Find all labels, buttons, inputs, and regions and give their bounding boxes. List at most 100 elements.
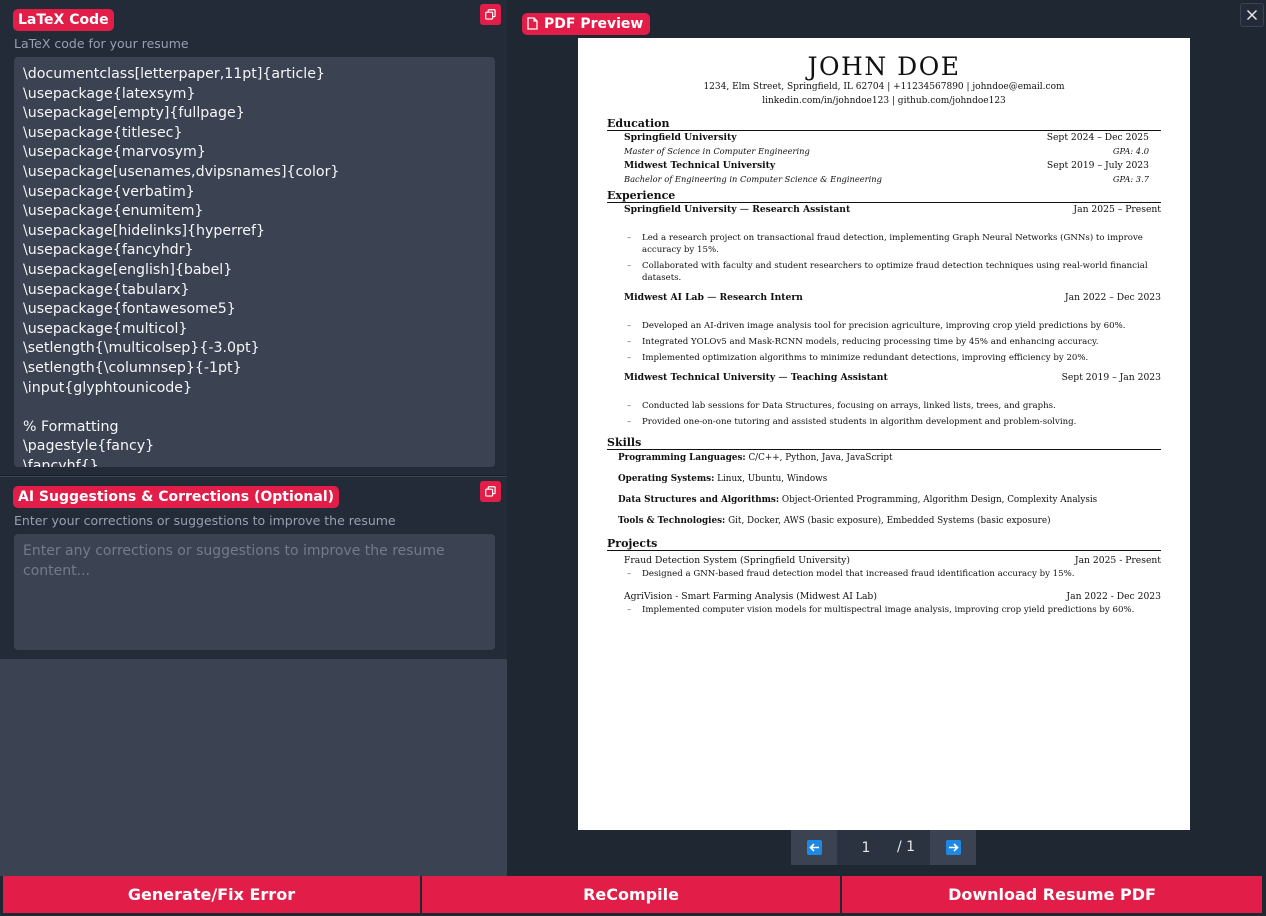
project-name: Fraud Detection System (Springfield Univ…: [624, 555, 850, 566]
edu-dates: Sept 2024 – Dec 2025: [1046, 132, 1149, 143]
code-line: \documentclass[letterpaper,11pt]{article…: [23, 66, 325, 82]
exp-bullet: Provided one-on-one tutoring and assiste…: [627, 417, 1161, 429]
page-navigator: / 1: [791, 830, 976, 865]
exp-dates: Sept 2019 – Jan 2023: [1061, 372, 1161, 383]
skill-row: Programming Languages: C/C++, Python, Ja…: [618, 453, 893, 463]
exp-bullet-text: Collaborated with faculty and student re…: [642, 261, 1148, 283]
arrow-left-icon: [806, 840, 822, 855]
recompile-button[interactable]: ReCompile: [422, 876, 840, 913]
code-line: \setlength{\multicolsep}{-3.0pt}: [23, 340, 260, 357]
exp-bullet-text: Led a research project on transactional …: [642, 233, 1143, 255]
skill-label: Data Structures and Algorithms:: [618, 495, 780, 505]
edu-school: Midwest Technical University: [624, 160, 776, 171]
exp-bullet: Conducted lab sessions for Data Structur…: [627, 401, 1161, 413]
copy-suggestions-button[interactable]: [480, 481, 501, 502]
ai-suggestions-title: AI Suggestions & Corrections (Optional): [13, 486, 340, 508]
editor-column: LaTeX Code LaTeX code for your resume \d…: [0, 0, 507, 876]
code-line: \pagestyle{fancy}: [23, 438, 155, 455]
code-line: \usepackage[usenames,dvipsnames]{color}: [23, 163, 340, 180]
ai-suggestions-subtitle: Enter your corrections or suggestions to…: [14, 513, 396, 528]
latex-code-editor[interactable]: \documentclass[letterpaper,11pt]{article…: [14, 57, 495, 467]
copy-icon: [485, 486, 496, 497]
pdf-preview-label: PDF Preview: [544, 16, 644, 32]
resume-links-line: linkedin.com/in/johndoe123 | github.com/…: [762, 96, 1006, 106]
projects-heading: Projects: [607, 537, 1161, 551]
skill-value: C/C++, Python, Java, JavaScript: [748, 453, 893, 463]
code-line: \usepackage{verbatim}: [23, 183, 195, 200]
code-line: \usepackage{tabularx}: [23, 281, 190, 298]
code-line: \usepackage[hidelinks]{hyperref}: [23, 222, 266, 239]
edu-gpa: GPA: 4.0: [1112, 146, 1149, 156]
exp-title: Springfield University — Research Assist…: [624, 204, 850, 215]
download-resume-pdf-button[interactable]: Download Resume PDF: [842, 876, 1262, 913]
exp-title: Midwest Technical University — Teaching …: [624, 372, 888, 383]
arrow-right-icon: [945, 840, 961, 855]
exp-bullet: Led a research project on transactional …: [627, 233, 1161, 256]
code-line: \usepackage{enumitem}: [23, 203, 204, 220]
skill-row: Tools & Technologies: Git, Docker, AWS (…: [618, 516, 1051, 526]
exp-bullet-text: Provided one-on-one tutoring and assiste…: [642, 417, 1077, 427]
code-line: \input{glyphtounicode}: [23, 379, 193, 396]
resume-contact-line: 1234, Elm Street, Springfield, IL 62704 …: [703, 82, 1065, 92]
skill-value: Object-Oriented Programming, Algorithm D…: [781, 495, 1098, 505]
code-line: \usepackage{marvosym}: [23, 144, 206, 161]
exp-dates: Jan 2025 – Present: [1073, 204, 1161, 215]
skill-value: Linux, Ubuntu, Windows: [717, 474, 828, 484]
code-line: \usepackage{fancyhdr}: [23, 242, 194, 259]
exp-bullet: Implemented optimization algorithms to m…: [627, 353, 1161, 365]
code-line: \usepackage{latexsym}: [23, 85, 196, 102]
code-line: \fancyhf{}: [23, 457, 99, 467]
action-bar: Generate/Fix Error ReCompile Download Re…: [0, 876, 1266, 916]
project-bullet: Implemented computer vision models for m…: [627, 605, 1161, 617]
exp-org: Midwest Technical University: [624, 372, 776, 383]
copy-latex-button[interactable]: [480, 4, 501, 25]
next-page-button[interactable]: [930, 830, 976, 865]
project-dates: Jan 2022 - Dec 2023: [1066, 591, 1161, 602]
experience-heading: Experience: [607, 189, 1161, 203]
latex-code-title: LaTeX Code: [13, 9, 114, 31]
ai-suggestions-panel: AI Suggestions & Corrections (Optional) …: [0, 477, 507, 659]
exp-bullet-text: Implemented optimization algorithms to m…: [642, 353, 1089, 363]
exp-role: Teaching Assistant: [790, 372, 888, 383]
pdf-file-icon: [527, 17, 538, 30]
edu-degree: Master of Science in Computer Engineerin…: [624, 146, 810, 156]
skills-heading: Skills: [607, 436, 1161, 450]
code-line: \setlength{\columnsep}{-1pt}: [23, 359, 242, 376]
exp-bullet: Developed an AI-driven image analysis to…: [627, 321, 1161, 333]
project-bullet: Designed a GNN-based fraud detection mod…: [627, 569, 1161, 581]
close-preview-button[interactable]: [1240, 3, 1264, 27]
exp-bullet: Collaborated with faculty and student re…: [627, 261, 1161, 284]
pdf-preview-title: PDF Preview: [522, 13, 651, 35]
edu-degree: Bachelor of Engineering in Computer Scie…: [624, 174, 882, 184]
edu-school: Springfield University: [624, 132, 737, 143]
exp-org: Midwest AI Lab: [624, 292, 704, 303]
exp-separator: —: [707, 292, 717, 303]
exp-separator: —: [778, 372, 788, 383]
skill-row: Data Structures and Algorithms: Object-O…: [618, 495, 1097, 505]
ai-suggestions-input[interactable]: [14, 534, 495, 650]
project-name: AgriVision - Smart Farming Analysis (Mid…: [624, 591, 877, 602]
page-number-input[interactable]: [837, 830, 895, 865]
pdf-page: JOHN DOE 1234, Elm Street, Springfield, …: [578, 38, 1190, 830]
generate-fix-error-button[interactable]: Generate/Fix Error: [3, 876, 420, 913]
latex-code-panel: LaTeX Code LaTeX code for your resume \d…: [0, 0, 507, 476]
resume-name: JOHN DOE: [807, 52, 961, 81]
skill-label: Tools & Technologies:: [618, 516, 726, 526]
code-line: \usepackage{fontawesome5}: [23, 301, 236, 318]
code-line: \usepackage{titlesec}: [23, 124, 183, 141]
exp-bullet-text: Conducted lab sessions for Data Structur…: [642, 401, 1056, 411]
code-line: \usepackage{multicol}: [23, 320, 188, 337]
code-line: % Formatting: [23, 418, 119, 435]
close-icon: [1246, 9, 1258, 21]
page-total: / 1: [897, 839, 916, 855]
education-heading: Education: [607, 117, 1161, 131]
prev-page-button[interactable]: [791, 830, 837, 865]
edu-dates: Sept 2019 – July 2023: [1046, 160, 1149, 171]
resume-builder-app: LaTeX Code LaTeX code for your resume \d…: [0, 0, 1266, 916]
exp-title: Midwest AI Lab — Research Intern: [624, 292, 803, 303]
exp-role: Research Intern: [719, 292, 803, 303]
skill-value: Git, Docker, AWS (basic exposure), Embed…: [728, 516, 1051, 526]
latex-code-subtitle: LaTeX code for your resume: [14, 36, 189, 51]
exp-org: Springfield University: [624, 204, 737, 215]
